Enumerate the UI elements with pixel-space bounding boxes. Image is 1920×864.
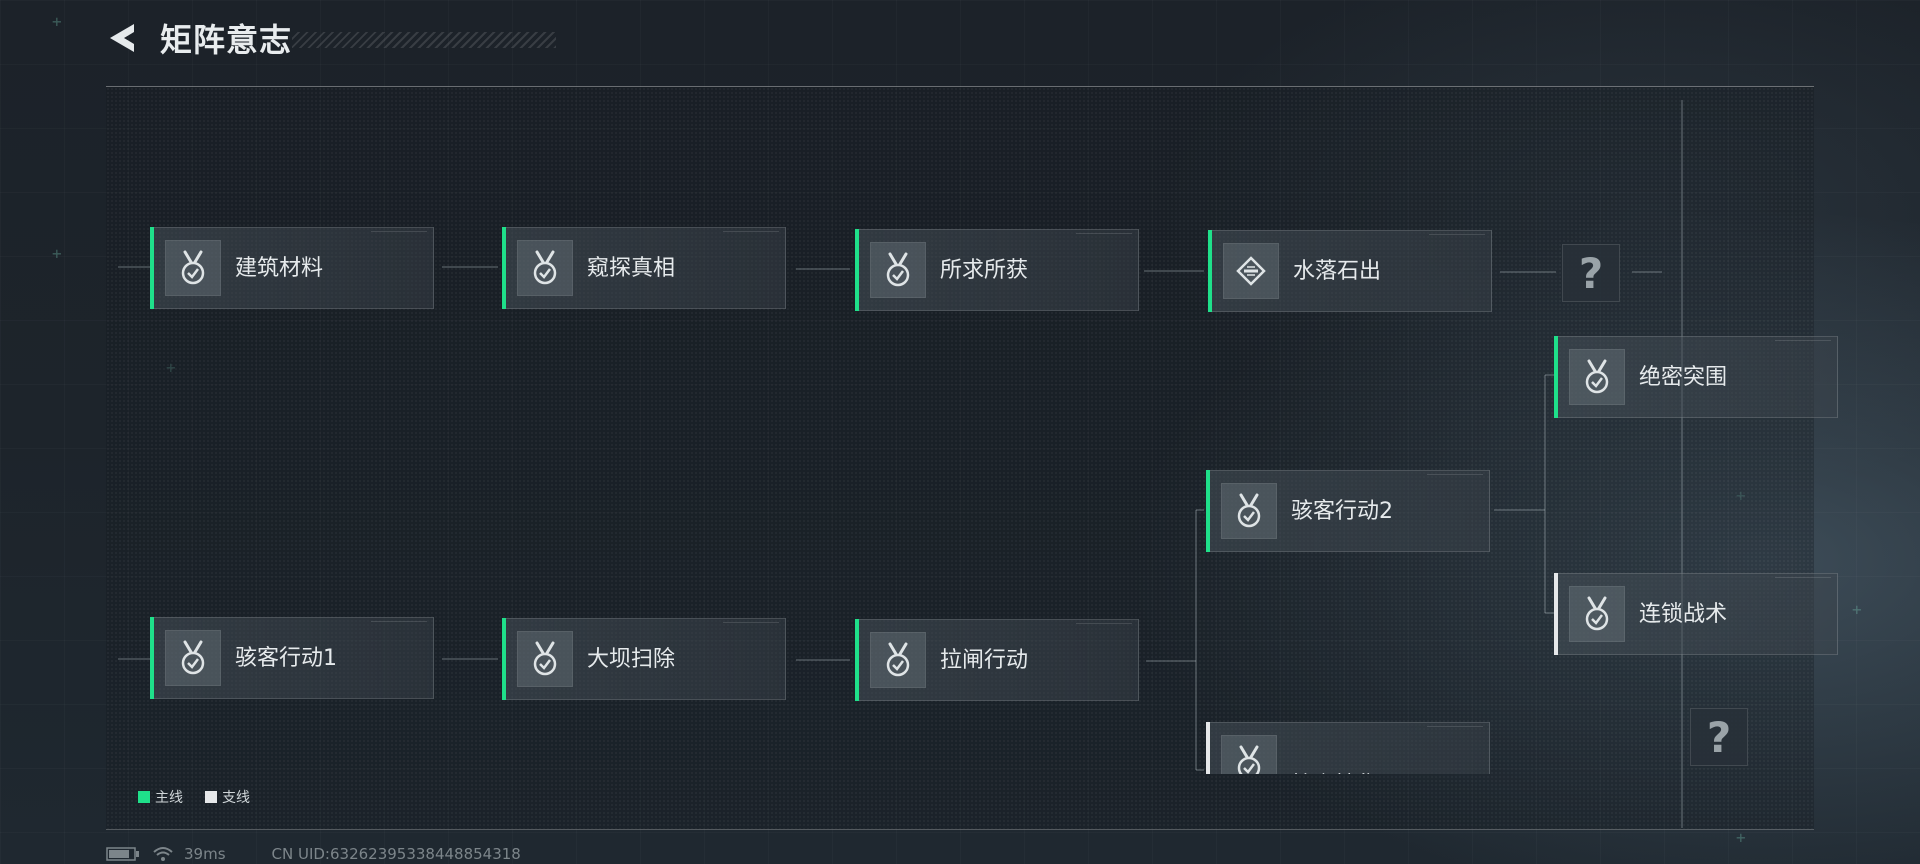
legend-main-label: 主线 (155, 790, 183, 806)
medal-check-icon (181, 250, 205, 285)
node-tag-decoration (1076, 623, 1132, 629)
node-label: 大坝扫除 (587, 647, 676, 672)
screen: + + + + + + 矩阵意志 建筑材料 窥探真相 所求所获 水落石出 ? 绝… (0, 0, 1920, 864)
medal-check-icon (1237, 745, 1261, 774)
branch-line-accent (1554, 573, 1558, 655)
legend: 主线 支线 (138, 788, 272, 806)
quest-connectors (118, 100, 1683, 828)
quest-node-n3[interactable]: 所求所获 (855, 229, 1139, 311)
medal-check-icon (181, 640, 205, 675)
quest-node-n7[interactable]: 连锁战术 (1554, 573, 1838, 655)
node-tag-decoration (1429, 234, 1485, 240)
battery-icon (106, 847, 139, 861)
node-tag-decoration (723, 231, 779, 237)
medal-check-icon (1585, 359, 1609, 394)
user-uid: CN UID:63262395338448854318 (271, 845, 521, 863)
legend-branch-label: 支线 (222, 790, 250, 806)
quest-node-n2[interactable]: 窥探真相 (502, 227, 786, 309)
locked-quest-node[interactable]: ? (1562, 244, 1620, 302)
node-tag-decoration (371, 231, 427, 237)
clip-wrapper: 档案搜集 (1204, 722, 1494, 774)
node-icon-box (1569, 349, 1625, 405)
quest-node-n8[interactable]: 骇客行动1 (150, 617, 434, 699)
main-line-accent (1554, 336, 1558, 418)
ping-value: 39ms (184, 845, 226, 863)
quest-node-n4[interactable]: 水落石出 (1208, 230, 1492, 312)
main-line-accent (855, 229, 859, 311)
node-label: 绝密突围 (1639, 365, 1728, 390)
node-label: 所求所获 (940, 258, 1029, 283)
quest-node-n5[interactable]: 绝密突围 (1554, 336, 1838, 418)
node-label: 连锁战术 (1639, 602, 1728, 627)
main-line-accent (1208, 230, 1212, 312)
medal-check-icon (1585, 596, 1609, 631)
main-line-accent (502, 618, 506, 700)
node-icon-box (1221, 483, 1277, 539)
node-label: 拉闸行动 (940, 648, 1029, 673)
node-icon-box (1221, 735, 1277, 774)
node-icon-box (1223, 243, 1279, 299)
main-line-accent (1206, 470, 1210, 552)
branch-line-swatch (205, 791, 217, 803)
node-icon-box (517, 631, 573, 687)
quest-node-n10[interactable]: 拉闸行动 (855, 619, 1139, 701)
main-line-accent (855, 619, 859, 701)
node-tag-decoration (1427, 726, 1483, 732)
medal-check-icon (1237, 493, 1261, 528)
node-tag-decoration (1775, 340, 1831, 346)
medal-check-icon (886, 252, 910, 287)
node-tag-decoration (1427, 474, 1483, 480)
status-bar: 39ms CN UID:63262395338448854318 (106, 844, 521, 864)
medal-check-icon (533, 641, 557, 676)
quest-node-n9[interactable]: 大坝扫除 (502, 618, 786, 700)
quest-node-n6[interactable]: 骇客行动2 (1206, 470, 1490, 552)
node-tag-decoration (1076, 233, 1132, 239)
node-icon-box (517, 240, 573, 296)
node-icon-box (870, 632, 926, 688)
node-label: 骇客行动2 (1291, 499, 1393, 524)
node-icon-box (1569, 586, 1625, 642)
node-icon-box (165, 630, 221, 686)
node-icon-box (165, 240, 221, 296)
main-line-accent (150, 227, 154, 309)
question-mark-icon: ? (1578, 248, 1604, 298)
node-tag-decoration (1775, 577, 1831, 583)
node-label: 骇客行动1 (235, 646, 337, 671)
quest-node-n11[interactable]: 档案搜集 (1206, 722, 1490, 774)
main-line-swatch (138, 791, 150, 803)
node-label: 窥探真相 (587, 256, 676, 281)
node-tag-decoration (371, 621, 427, 627)
main-line-accent (150, 617, 154, 699)
node-icon-box (870, 242, 926, 298)
diamond-emblem-icon (1236, 256, 1266, 286)
medal-check-icon (886, 642, 910, 677)
node-label: 水落石出 (1293, 259, 1382, 284)
medal-check-icon (533, 250, 557, 285)
main-line-accent (502, 227, 506, 309)
question-mark-icon: ? (1706, 712, 1732, 762)
node-label: 建筑材料 (235, 256, 324, 281)
quest-node-n1[interactable]: 建筑材料 (150, 227, 434, 309)
wifi-icon (153, 847, 173, 861)
node-label: 档案搜集 (1291, 745, 1379, 774)
locked-quest-node[interactable]: ? (1690, 708, 1748, 766)
node-tag-decoration (723, 622, 779, 628)
branch-line-accent (1206, 722, 1210, 774)
